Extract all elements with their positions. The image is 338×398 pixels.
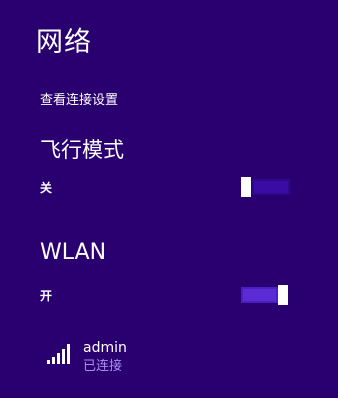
network-list-item[interactable]: admin 已连接: [44, 338, 284, 378]
network-charm-panel: 网络 查看连接设置 飞行模式 关 WLAN 开 admin 已连接: [0, 0, 338, 398]
airplane-mode-state-label: 关: [40, 181, 53, 195]
airplane-mode-heading: 飞行模式: [40, 138, 124, 162]
toggle-thumb[interactable]: [278, 285, 288, 305]
network-name: admin: [83, 340, 127, 356]
airplane-mode-toggle[interactable]: [241, 177, 290, 197]
toggle-track: [252, 179, 290, 195]
network-status: 已连接: [83, 359, 123, 374]
view-connection-settings-link[interactable]: 查看连接设置: [40, 92, 118, 110]
wifi-signal-icon: [47, 344, 70, 364]
wlan-toggle[interactable]: [241, 285, 290, 305]
wlan-heading: WLAN: [40, 240, 107, 265]
wlan-state-label: 开: [40, 289, 53, 303]
toggle-track: [241, 287, 278, 303]
toggle-thumb[interactable]: [241, 177, 251, 197]
panel-title: 网络: [36, 27, 92, 58]
